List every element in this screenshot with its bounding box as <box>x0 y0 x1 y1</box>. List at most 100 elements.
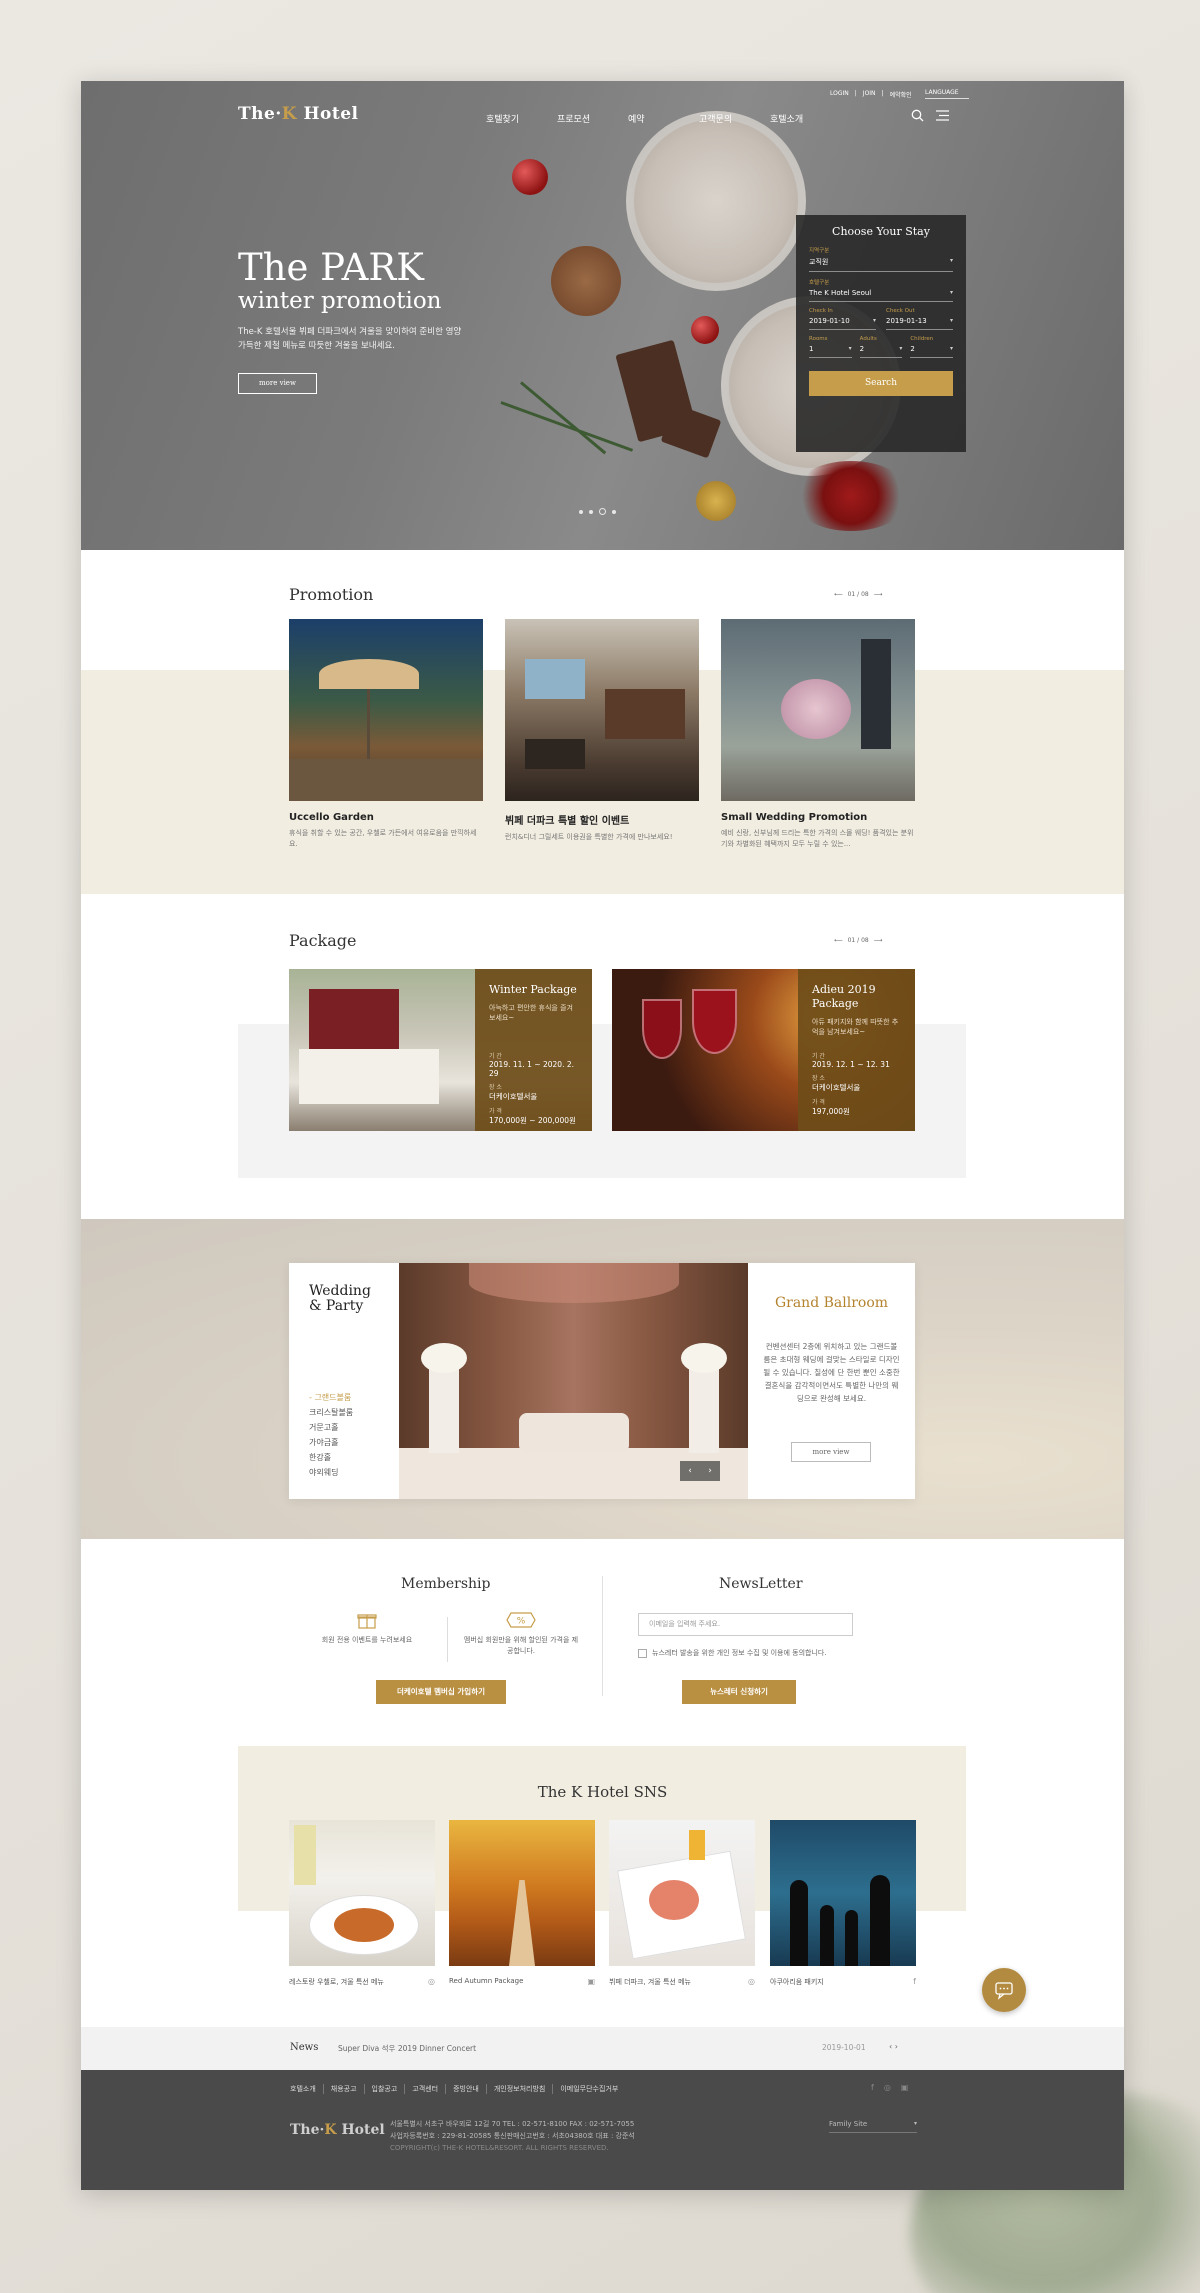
sns-post-1[interactable]: 레스토랑 우첼로, 겨울 특선 메뉴 ◎ <box>289 1820 435 1987</box>
instagram-icon[interactable]: ◎ <box>884 2083 891 2092</box>
adults-select[interactable]: 2 <box>859 342 903 358</box>
menu-item-find-hotel[interactable]: 호텔찾기 <box>486 112 557 125</box>
pine-branch-2 <box>520 381 607 455</box>
footer-link[interactable]: 고객센터 <box>405 2084 447 2094</box>
chat-bubble-icon <box>995 1982 1013 2000</box>
prev-slide-button[interactable]: ‹ <box>680 1461 700 1481</box>
package-card-2[interactable]: Adieu 2019 Package 아듀 패키지와 함께 따뜻한 추억을 남겨… <box>612 969 915 1131</box>
instagram-icon[interactable]: ◎ <box>428 1977 435 1987</box>
slide-dot-3-active[interactable] <box>599 508 606 515</box>
sns-post-3[interactable]: 뷔페 더파크, 겨울 특선 메뉴 ◎ <box>609 1820 755 1987</box>
hero-banner: The·K Hotel 호텔찾기 프로모션 예약 고객문의 호텔소개 LOGIN… <box>81 81 1124 550</box>
search-icon[interactable] <box>911 109 924 122</box>
aquarium-image <box>770 1820 916 1966</box>
facebook-icon[interactable]: f <box>871 2083 874 2092</box>
footer-link[interactable]: 증빙안내 <box>446 2084 487 2094</box>
package-title-text: Winter Package <box>489 983 577 996</box>
newsletter-consent[interactable]: 뉴스레터 발송을 위한 개인 정보 수집 및 이용에 동의합니다. <box>638 1648 827 1658</box>
search-button[interactable]: Search <box>809 371 953 396</box>
footer-link[interactable]: 채용공고 <box>324 2084 365 2094</box>
prev-arrow-icon[interactable]: ⟵ <box>834 591 843 598</box>
join-link[interactable]: JOIN <box>863 90 876 99</box>
sns-post-4[interactable]: 아쿠아리움 패키지 f <box>770 1820 916 1987</box>
star-ornament-image <box>696 481 736 521</box>
instagram-icon[interactable]: ◎ <box>748 1977 755 1987</box>
newsletter-subscribe-button[interactable]: 뉴스레터 신청하기 <box>682 1680 796 1704</box>
reservation-check-link[interactable]: 예약확인 <box>890 90 912 99</box>
slide-dot-1[interactable] <box>579 509 583 514</box>
logo[interactable]: The·K Hotel <box>238 104 358 124</box>
region-select[interactable]: 교직원 <box>809 254 953 272</box>
hall-item[interactable]: 야외웨딩 <box>309 1465 353 1480</box>
hotel-label: 호텔구분 <box>809 280 830 286</box>
footer-address: 서울특별시 서초구 바우뫼로 12길 70 TEL : 02-571-8100 … <box>390 2120 635 2128</box>
membership-benefit-2: 멤버십 회원만을 위해 할인된 가격을 제공합니다. <box>463 1636 579 1655</box>
menu-item-promotion[interactable]: 프로모션 <box>557 112 628 125</box>
place-value: 더케이호텔서울 <box>812 1083 861 1092</box>
hall-item[interactable]: 가야금홀 <box>309 1435 353 1450</box>
newsletter-email-input[interactable]: 이메일을 입력해 주세요. <box>638 1613 853 1636</box>
hero-more-button[interactable]: more view <box>238 373 317 394</box>
footer-link[interactable]: 호텔소개 <box>290 2084 324 2094</box>
next-arrow-icon[interactable]: ⟶ <box>874 591 883 598</box>
wedding-panel: Wedding & Party - 그랜드볼룸 크리스탈볼룸 거문고홀 가야금홀 … <box>289 1263 915 1499</box>
next-slide-button[interactable]: › <box>700 1461 720 1481</box>
blog-icon[interactable]: ▣ <box>587 1977 595 1986</box>
small-wedding-image <box>721 619 915 801</box>
newsletter-title: NewsLetter <box>719 1576 803 1592</box>
news-nav-arrows[interactable]: ‹ › <box>889 2042 898 2051</box>
hotel-select[interactable]: The K Hotel Seoul <box>809 286 953 302</box>
hall-item-active[interactable]: - 그랜드볼룸 <box>309 1390 353 1405</box>
promotion-card-2[interactable]: 뷔페 더파크 특별 할인 이벤트 런치&디너 그릴세트 이용권을 특별한 가격에… <box>505 619 699 843</box>
footer-logo: The·K Hotel <box>290 2122 385 2138</box>
footer-link[interactable]: 이메일무단수집거부 <box>553 2084 625 2094</box>
top-navigation: The·K Hotel 호텔찾기 프로모션 예약 고객문의 호텔소개 LOGIN… <box>81 81 1124 161</box>
facebook-icon[interactable]: f <box>913 1977 916 1987</box>
news-headline[interactable]: Super Diva 석우 2019 Dinner Concert <box>338 2043 476 2054</box>
menu-item-inquiry[interactable]: 고객문의 <box>699 112 770 125</box>
promotion-card-title: Uccello Garden <box>289 812 374 823</box>
price-value: 197,000원 <box>812 1107 850 1116</box>
price-label: 가 격 <box>812 1099 825 1106</box>
rooms-select[interactable]: 1 <box>809 342 852 358</box>
children-select[interactable]: 2 <box>910 342 954 358</box>
package-card-1[interactable]: Winter Package 아늑하고 편안한 휴식을 즐겨보세요~ 기 간 2… <box>289 969 592 1131</box>
checkout-date-field[interactable]: 2019-01-13 <box>886 314 953 330</box>
package-desc: 아늑하고 편안한 휴식을 즐겨보세요~ <box>489 1004 573 1022</box>
hall-more-button[interactable]: more view <box>791 1442 871 1462</box>
promotion-card-title: 뷔페 더파크 특별 할인 이벤트 <box>505 816 630 827</box>
promotion-card-3[interactable]: Small Wedding Promotion 예비 신랑, 신부님께 드리는 … <box>721 619 915 850</box>
hall-item[interactable]: 한강홀 <box>309 1450 353 1465</box>
sns-caption: 뷔페 더파크, 겨울 특선 메뉴 <box>609 1978 691 1986</box>
hamburger-menu-icon[interactable] <box>936 110 949 121</box>
sns-post-2[interactable]: Red Autumn Package ▣ <box>449 1820 595 1986</box>
pasta-dish-image <box>289 1820 435 1966</box>
language-select[interactable]: LANGUAGE <box>925 89 969 99</box>
hall-item[interactable]: 거문고홀 <box>309 1420 353 1435</box>
login-link[interactable]: LOGIN <box>830 90 849 99</box>
ornament-image-2 <box>691 316 719 344</box>
hall-item[interactable]: 크리스탈볼룸 <box>309 1405 353 1420</box>
consent-text: 뉴스레터 발송을 위한 개인 정보 수집 및 이용에 동의합니다. <box>652 1649 827 1657</box>
slide-dot-4[interactable] <box>612 509 616 514</box>
web-page: The·K Hotel 호텔찾기 프로모션 예약 고객문의 호텔소개 LOGIN… <box>81 81 1124 2190</box>
membership-join-button[interactable]: 더케이호텔 멤버십 가입하기 <box>376 1680 506 1704</box>
checkin-date-field[interactable]: 2019-01-10 <box>809 314 876 330</box>
promotion-card-desc: 예비 신랑, 신부님께 드리는 특한 가격의 스몰 웨딩! 품격있는 분위기와 … <box>721 829 914 848</box>
slide-dot-2[interactable] <box>589 509 593 514</box>
package-title-text: Adieu 2019 Package <box>812 983 876 1010</box>
pine-branch <box>500 401 634 452</box>
consent-checkbox[interactable] <box>638 1648 647 1658</box>
prev-arrow-icon[interactable]: ⟵ <box>834 937 843 944</box>
promotion-card-1[interactable]: Uccello Garden 휴식을 취할 수 있는 공간, 우첼로 가든에서 … <box>289 619 483 850</box>
berries-image <box>791 461 911 531</box>
next-arrow-icon[interactable]: ⟶ <box>874 937 883 944</box>
family-site-select[interactable]: Family Site <box>829 2120 917 2133</box>
menu-item-reservation[interactable]: 예약 <box>628 112 699 125</box>
menu-item-about[interactable]: 호텔소개 <box>770 112 841 125</box>
footer-link[interactable]: 개인정보처리방침 <box>487 2084 554 2094</box>
chat-button[interactable] <box>982 1968 1026 2012</box>
blog-icon[interactable]: ▣ <box>901 2083 909 2092</box>
footer-link[interactable]: 입찰공고 <box>365 2084 406 2094</box>
footer-social: f ◎ ▣ <box>871 2083 908 2092</box>
